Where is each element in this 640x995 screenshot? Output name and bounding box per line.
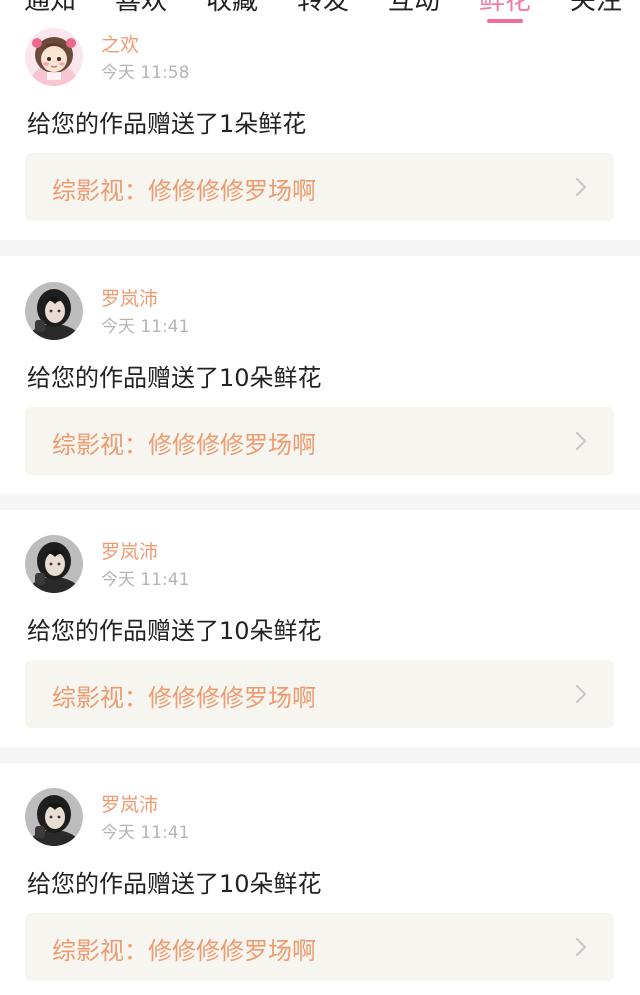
tab-notice[interactable]: 通知 <box>24 0 76 17</box>
work-link[interactable]: 综影视：修修修修罗场啊 <box>25 407 614 475</box>
work-link[interactable]: 综影视：修修修修罗场啊 <box>25 153 614 221</box>
notification-card: 罗岚沛 今天 11:41 给您的作品赠送了10朵鲜花 综影视：修修修修罗场啊 <box>0 282 640 520</box>
timestamp: 今天 11:58 <box>101 63 190 83</box>
chevron-right-icon <box>575 177 587 197</box>
active-tab-indicator <box>486 18 523 23</box>
chevron-right-icon <box>575 431 587 451</box>
notification-card: 之欢 今天 11:58 给您的作品赠送了1朵鲜花 综影视：修修修修罗场啊 <box>0 28 640 266</box>
tab-favorites[interactable]: 收藏 <box>206 0 258 17</box>
username[interactable]: 罗岚沛 <box>101 537 158 564</box>
work-link[interactable]: 综影视：修修修修罗场啊 <box>25 660 614 728</box>
work-title: 综影视：修修修修罗场啊 <box>52 431 316 459</box>
notification-card: 罗岚沛 今天 11:41 给您的作品赠送了10朵鲜花 综影视：修修修修罗场啊 <box>0 535 640 773</box>
chevron-right-icon <box>575 937 587 957</box>
work-link[interactable]: 综影视：修修修修罗场啊 <box>25 913 614 981</box>
avatar[interactable] <box>25 788 83 846</box>
tab-follows[interactable]: 关注 <box>570 0 622 17</box>
tab-interactions[interactable]: 互动 <box>388 0 440 17</box>
avatar[interactable] <box>25 282 83 340</box>
timestamp: 今天 11:41 <box>101 570 190 590</box>
timestamp: 今天 11:41 <box>101 317 190 337</box>
photo-girl-avatar-icon <box>25 535 83 593</box>
username[interactable]: 罗岚沛 <box>101 284 158 311</box>
section-divider <box>0 747 640 763</box>
work-title: 综影视：修修修修罗场啊 <box>52 937 316 965</box>
flower-notifications-page: 通知 喜欢 收藏 转发 互动 鲜花 关注 之欢 今天 11:58 给您的作品赠送… <box>0 0 640 995</box>
gift-message: 给您的作品赠送了10朵鲜花 <box>27 617 322 645</box>
gift-message: 给您的作品赠送了10朵鲜花 <box>27 870 322 898</box>
photo-girl-avatar-icon <box>25 788 83 846</box>
gift-message: 给您的作品赠送了1朵鲜花 <box>27 110 307 138</box>
chevron-right-icon <box>575 684 587 704</box>
section-divider <box>0 240 640 256</box>
avatar[interactable] <box>25 535 83 593</box>
tab-flowers[interactable]: 鲜花 <box>478 0 531 23</box>
notification-card: 罗岚沛 今天 11:41 给您的作品赠送了10朵鲜花 综影视：修修修修罗场啊 <box>0 788 640 995</box>
tab-bar: 通知 喜欢 收藏 转发 互动 鲜花 关注 <box>0 0 640 23</box>
work-title: 综影视：修修修修罗场啊 <box>52 684 316 712</box>
avatar[interactable] <box>25 28 83 86</box>
timestamp: 今天 11:41 <box>101 823 190 843</box>
tab-reposts[interactable]: 转发 <box>297 0 349 17</box>
username[interactable]: 之欢 <box>101 30 139 57</box>
tab-likes[interactable]: 喜欢 <box>115 0 167 17</box>
section-divider <box>0 494 640 510</box>
gift-message: 给您的作品赠送了10朵鲜花 <box>27 364 322 392</box>
tab-flowers-label: 鲜花 <box>478 0 531 16</box>
work-title: 综影视：修修修修罗场啊 <box>52 177 316 205</box>
username[interactable]: 罗岚沛 <box>101 790 158 817</box>
photo-girl-avatar-icon <box>25 282 83 340</box>
cartoon-girl-avatar-icon <box>25 28 83 86</box>
